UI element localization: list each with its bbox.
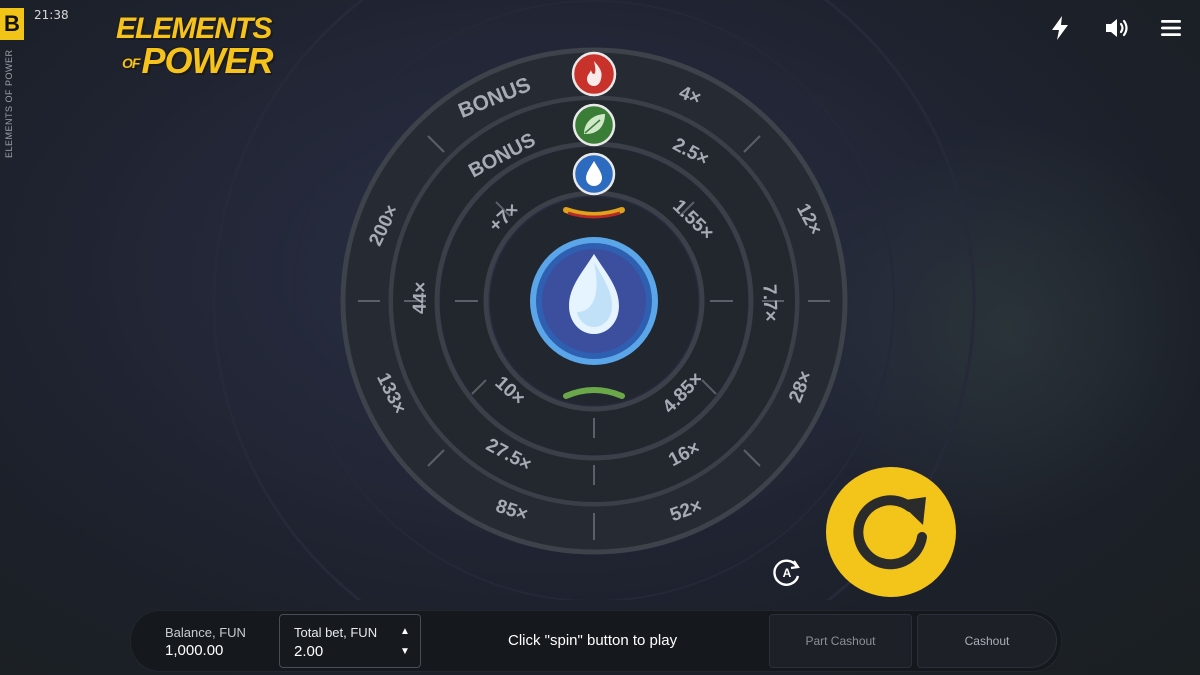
fire-icon bbox=[571, 51, 617, 97]
bet-value: 2.00 bbox=[294, 643, 324, 660]
total-bet-selector[interactable]: Total bet, FUN 2.00 ▲ ▼ bbox=[279, 614, 421, 668]
middle-label-44x: 44× bbox=[409, 281, 431, 314]
bet-label: Total bet, FUN bbox=[294, 625, 378, 640]
logo-of: OF bbox=[122, 55, 140, 72]
balance-value: 1,000.00 bbox=[165, 642, 224, 659]
vertical-game-title: ELEMENTS OF POWER bbox=[4, 49, 14, 158]
center-water-drop-icon bbox=[530, 237, 658, 365]
lightning-icon[interactable] bbox=[1046, 14, 1074, 42]
leaf-icon bbox=[572, 103, 616, 147]
auto-spin-button[interactable]: A bbox=[770, 555, 804, 589]
water-drop-icon bbox=[572, 152, 616, 196]
middle-label-7-7x: 7.7× bbox=[758, 284, 780, 322]
status-message: Click "spin" button to play bbox=[508, 632, 678, 649]
rotate-icon bbox=[853, 495, 927, 570]
bet-increase-icon[interactable]: ▲ bbox=[398, 625, 412, 639]
menu-icon[interactable] bbox=[1157, 14, 1185, 42]
auto-spin-icon: A bbox=[773, 559, 800, 586]
clock: 21:38 bbox=[34, 8, 69, 22]
bet-decrease-icon[interactable]: ▼ bbox=[398, 645, 412, 659]
part-cashout-button[interactable]: Part Cashout bbox=[769, 614, 912, 668]
balance-label: Balance, FUN bbox=[165, 625, 246, 640]
bottom-control-bar: Balance, FUN 1,000.00 Total bet, FUN 2.0… bbox=[130, 610, 1062, 672]
brand-badge: B bbox=[0, 8, 24, 40]
spin-button[interactable] bbox=[826, 467, 956, 597]
sound-icon[interactable] bbox=[1103, 14, 1131, 42]
balance-block: Balance, FUN 1,000.00 bbox=[165, 625, 246, 659]
cashout-button[interactable]: Cashout bbox=[917, 614, 1057, 668]
svg-text:A: A bbox=[783, 566, 792, 580]
